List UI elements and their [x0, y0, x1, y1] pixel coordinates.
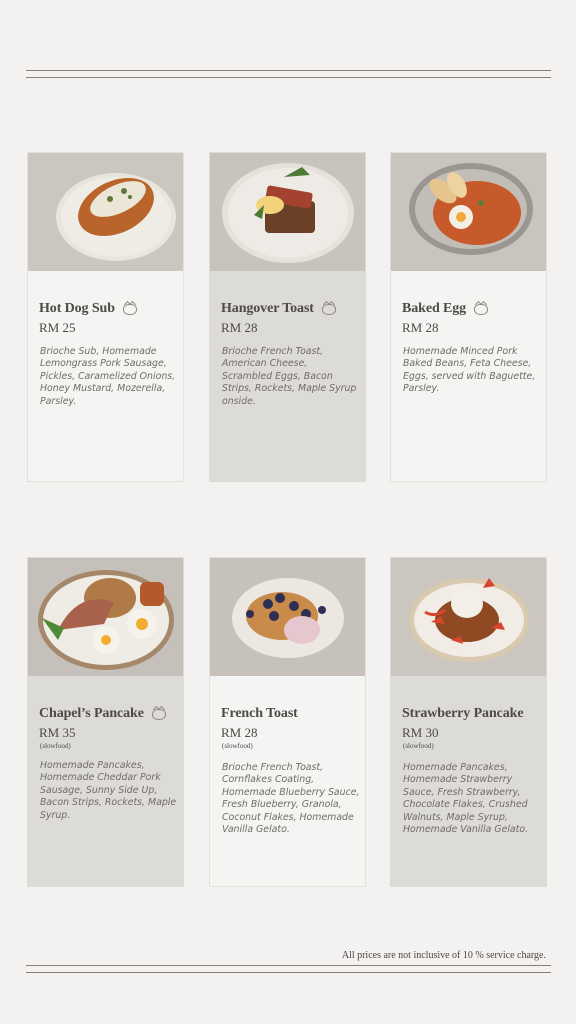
dish-title: French Toast: [221, 706, 298, 722]
menu-card-hot-dog-sub[interactable]: Hot Dog Sub RM 25 Brioche Sub, Homemade …: [27, 152, 184, 482]
top-rule-1: [26, 70, 551, 71]
menu-card-french-toast[interactable]: French Toast RM 28 (slowfood) Brioche Fr…: [209, 557, 366, 887]
dish-photo-baked-egg: [391, 153, 546, 271]
pig-icon: [474, 303, 489, 315]
menu-card-strawberry-pancake[interactable]: Strawberry Pancake RM 30 (slowfood) Home…: [390, 557, 547, 887]
bottom-rule-2: [26, 972, 551, 973]
dish-name: Hot Dog Sub: [39, 301, 115, 316]
dish-photo-strawberry-pancake: [391, 558, 546, 676]
dish-name: Chapel’s Pancake: [39, 706, 144, 721]
dish-name: Baked Egg: [402, 301, 467, 316]
bottom-rule-1: [26, 965, 551, 966]
dish-price: RM 25: [39, 320, 76, 335]
menu-card-baked-egg[interactable]: Baked Egg RM 28 Homemade Minced Pork Bak…: [390, 152, 547, 482]
dish-tag: (slowfood): [40, 742, 71, 750]
dish-description: Homemade Pancakes, Homemade Cheddar Pork…: [40, 760, 177, 821]
menu-card-chapels-pancake[interactable]: Chapel’s Pancake RM 35 (slowfood) Homema…: [27, 557, 184, 887]
dish-photo-chapels-pancake: [28, 558, 183, 676]
dish-photo-hot-dog-sub: [28, 153, 183, 271]
dish-title: Strawberry Pancake: [402, 706, 524, 722]
dish-name: French Toast: [221, 706, 298, 721]
dish-description: Brioche Sub, Homemade Lemongrass Pork Sa…: [40, 346, 176, 407]
dish-description: Homemade Minced Pork Baked Beans, Feta C…: [403, 346, 536, 395]
menu-card-hangover-toast[interactable]: Hangover Toast RM 28 Brioche French Toas…: [209, 152, 366, 482]
dish-name: Strawberry Pancake: [402, 706, 524, 721]
dish-title: Chapel’s Pancake: [39, 706, 166, 722]
dish-name: Hangover Toast: [221, 301, 314, 316]
dish-price: RM 28: [221, 725, 258, 740]
dish-description: Brioche French Toast, Cornflakes Coating…: [222, 762, 360, 836]
dish-title: Hot Dog Sub: [39, 301, 137, 317]
dish-price: RM 35: [39, 725, 76, 740]
dish-title: Baked Egg: [402, 301, 489, 317]
dish-price: RM 28: [402, 320, 439, 335]
service-charge-note: All prices are not inclusive of 10 % ser…: [341, 950, 546, 961]
dish-tag: (slowfood): [222, 742, 253, 750]
dish-description: Homemade Pancakes, Homemade Strawberry S…: [403, 762, 529, 836]
top-rule-2: [26, 77, 551, 78]
dish-price: RM 30: [402, 725, 439, 740]
pig-icon: [321, 303, 336, 315]
dish-price: RM 28: [221, 320, 258, 335]
pig-icon: [122, 303, 137, 315]
dish-photo-hangover-toast: [210, 153, 365, 271]
pig-icon: [151, 708, 166, 720]
dish-photo-french-toast: [210, 558, 365, 676]
dish-description: Brioche French Toast, American Cheese, S…: [222, 346, 357, 407]
dish-tag: (slowfood): [403, 742, 434, 750]
dish-title: Hangover Toast: [221, 301, 336, 317]
